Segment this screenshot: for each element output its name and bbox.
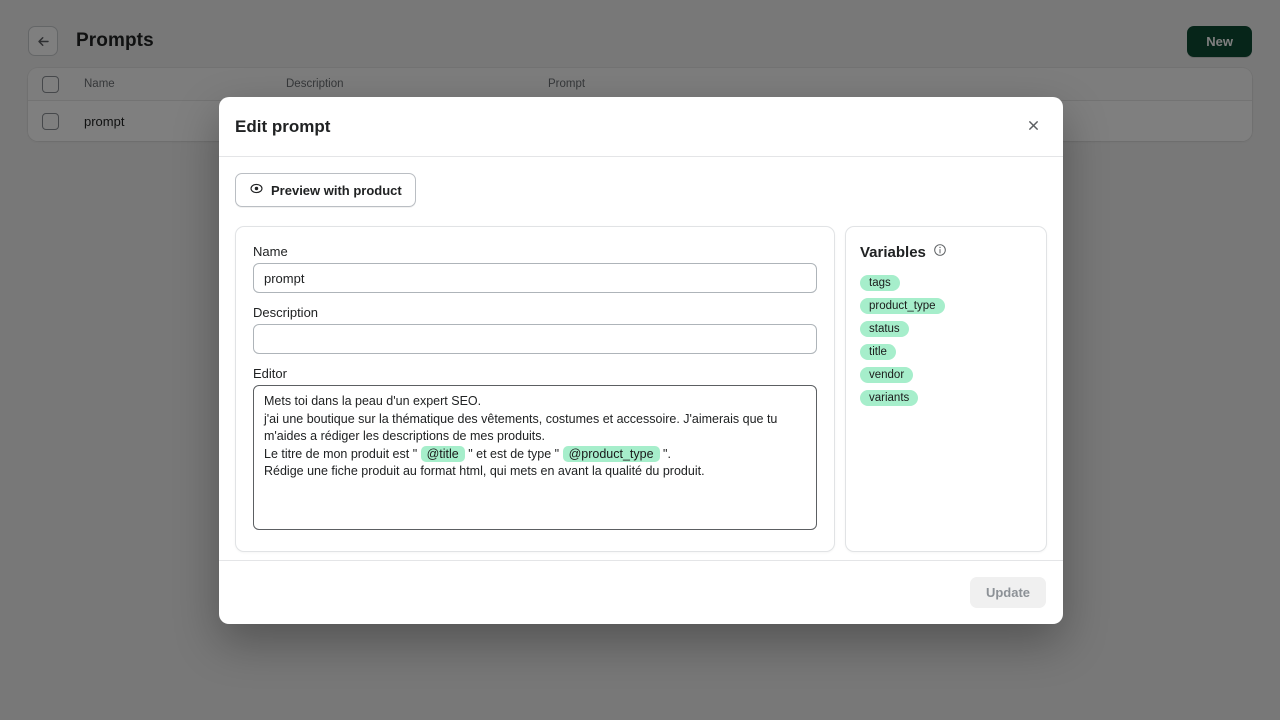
variables-header: Variables	[860, 243, 1032, 262]
modal-panels: Name Description Editor Mets toi dans la…	[235, 226, 1047, 552]
modal-body: Preview with product Name Description Ed…	[219, 157, 1063, 560]
preview-with-product-button[interactable]: Preview with product	[235, 173, 416, 207]
editor-text: Le titre de mon produit est "	[264, 446, 421, 461]
close-button[interactable]	[1021, 115, 1045, 139]
variable-pill[interactable]: vendor	[860, 367, 914, 383]
close-icon	[1028, 119, 1039, 134]
editor-text: " et est de type "	[464, 446, 563, 461]
editor-line: Rédige une fiche produit au format html,…	[264, 464, 705, 479]
editor-variable-token[interactable]: @title	[420, 445, 465, 462]
description-label: Description	[253, 305, 319, 320]
variables-card: Variables tags product_typestatus title ven…	[845, 226, 1047, 552]
variable-pill[interactable]: status	[860, 321, 909, 337]
variables-title: Variables	[860, 244, 926, 261]
update-button[interactable]: Update	[969, 577, 1046, 608]
prompt-editor[interactable]: Mets toi dans la peau d'un expert SEO. j'…	[253, 385, 817, 530]
modal-header: Edit prompt	[219, 97, 1063, 157]
editor-label: Editor	[253, 366, 287, 381]
editor-text: ".	[659, 446, 671, 461]
description-input[interactable]	[253, 324, 817, 354]
form-gap-2	[253, 354, 817, 366]
preview-button-label: Preview with product	[271, 182, 402, 198]
variable-pill[interactable]: title	[860, 344, 896, 360]
edit-prompt-modal: Edit prompt Preview with product Name pr…	[219, 97, 1063, 624]
editor-line: Le titre de mon produit est " @title " e…	[264, 445, 806, 464]
editor-line: j'ai une boutique sur la thématique des …	[264, 411, 781, 444]
editor-line: Mets toi dans la peau d'un expert SEO.	[264, 394, 482, 408]
variable-pill-row: tags	[860, 273, 1032, 296]
modal-title: Edit prompt	[235, 116, 331, 136]
variable-pill-row: vendor	[860, 365, 1032, 388]
variable-pill-row: product_type	[860, 296, 1032, 319]
modal-footer: Update	[219, 560, 1063, 624]
variables-list: tags product_typestatus title vendor variant…	[860, 273, 1032, 411]
eye-icon	[249, 181, 264, 199]
form-gap-1	[253, 293, 817, 305]
variable-pill[interactable]: variants	[860, 390, 919, 406]
variable-pill-row: title	[860, 342, 1032, 365]
info-circle-icon[interactable]	[933, 243, 947, 262]
name-label: Name	[253, 244, 288, 259]
variable-pill-row: status	[860, 319, 1032, 342]
variable-pill-row: variants	[860, 388, 1032, 411]
prompt-form-card: Name Description Editor Mets toi dans la…	[235, 226, 835, 552]
variable-pill[interactable]: product_type	[860, 298, 945, 314]
editor-variable-token[interactable]: @product_type	[562, 445, 660, 462]
name-input[interactable]	[253, 263, 817, 293]
variable-pill[interactable]: tags	[860, 275, 900, 291]
